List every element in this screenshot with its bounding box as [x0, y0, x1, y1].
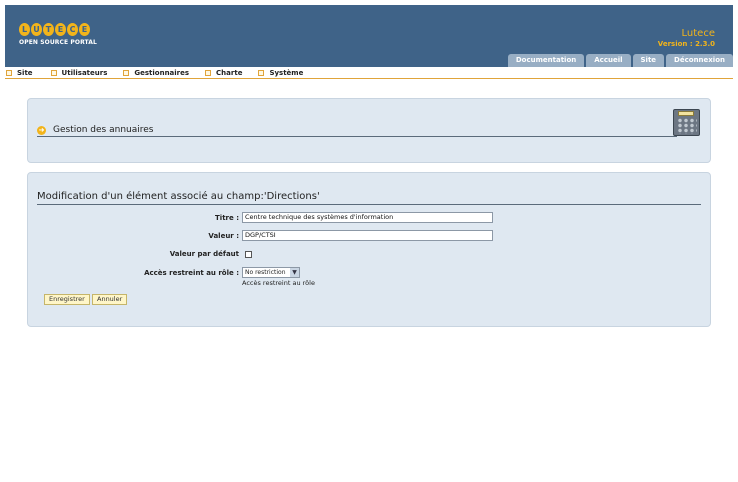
title-input[interactable]: Centre technique des systèmes d'informat… [242, 212, 493, 223]
folder-icon [50, 69, 57, 76]
panel-title-row: ➜ Gestion des annuaires [37, 124, 677, 137]
menu-bar: Site Utilisateurs Gestionnaires Charte S… [5, 67, 733, 79]
role-help-text: Accès restreint au rôle [242, 279, 315, 287]
menu-item-gestionnaires[interactable]: Gestionnaires [123, 69, 189, 77]
logo-letter: T [43, 23, 54, 36]
menu-item-systeme[interactable]: Système [258, 69, 303, 77]
menu-item-label: Gestionnaires [134, 68, 190, 77]
menu-item-label: Charte [216, 68, 243, 77]
role-row: Accès restreint au rôle : No restriction… [28, 267, 712, 279]
logo-letter: E [79, 23, 90, 36]
brand-name: Lutece [681, 28, 715, 39]
tab-deconnexion[interactable]: Déconnexion [666, 54, 733, 67]
directory-icon-dots [677, 118, 697, 134]
tab-accueil[interactable]: Accueil [586, 54, 631, 67]
role-select[interactable]: No restriction ▼ [242, 267, 300, 278]
default-row: Valeur par défaut [28, 248, 712, 260]
page-title: Gestion des annuaires [53, 125, 154, 135]
save-button[interactable]: Enregistrer [44, 294, 90, 305]
version-label: Version : 2.3.0 [657, 40, 715, 48]
cancel-button[interactable]: Annuler [92, 294, 128, 305]
default-label: Valeur par défaut [169, 250, 239, 258]
tab-site[interactable]: Site [632, 54, 665, 67]
menu-item-site[interactable]: Site [6, 69, 33, 77]
logo-letter: U [31, 23, 42, 36]
lutece-logo[interactable]: L U T E C E OPEN SOURCE PORTAL [19, 23, 99, 55]
logo-letter: C [67, 23, 78, 36]
logo-letter: L [19, 23, 30, 36]
folder-icon [123, 69, 130, 76]
header-tabs: Documentation Accueil Site Déconnexion [507, 54, 733, 67]
logo-letters: L U T E C E [19, 23, 99, 36]
logo-letter: E [55, 23, 66, 36]
value-label: Valeur : [208, 232, 239, 240]
form-title: Modification d'un élément associé au cha… [37, 190, 701, 205]
title-row: Titre : Centre technique des systèmes d'… [28, 212, 712, 224]
logo-subtitle: OPEN SOURCE PORTAL [19, 39, 97, 46]
folder-icon [205, 69, 212, 76]
folder-icon [258, 69, 265, 76]
role-select-value: No restriction [245, 269, 286, 276]
directory-icon [673, 109, 700, 136]
header: L U T E C E OPEN SOURCE PORTAL Lutece Ve… [5, 5, 733, 67]
directory-icon-tab [678, 111, 694, 116]
value-row: Valeur : DGP/CTSI [28, 230, 712, 242]
tab-documentation[interactable]: Documentation [507, 54, 585, 67]
menu-item-label: Système [269, 68, 304, 77]
menu-item-utilisateurs[interactable]: Utilisateurs [50, 68, 108, 77]
menu-item-charte[interactable]: Charte [205, 69, 242, 77]
chevron-down-icon[interactable]: ▼ [290, 268, 299, 277]
menu-item-label: Site [17, 68, 33, 77]
menu-item-label: Utilisateurs [61, 68, 108, 77]
directory-panel: ➜ Gestion des annuaires [27, 98, 711, 163]
form-panel: Modification d'un élément associé au cha… [27, 172, 711, 327]
title-label: Titre : [215, 214, 239, 222]
arrow-right-icon: ➜ [37, 125, 46, 135]
folder-icon [6, 69, 12, 76]
role-label: Accès restreint au rôle : [144, 269, 239, 277]
default-checkbox[interactable] [245, 251, 252, 258]
value-input[interactable]: DGP/CTSI [242, 230, 493, 241]
